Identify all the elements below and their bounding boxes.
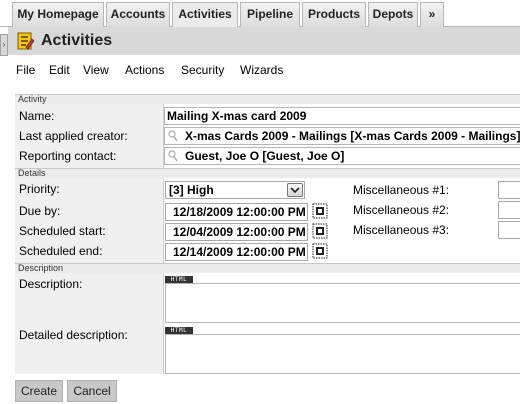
description-textarea[interactable] [165, 283, 520, 323]
tab-bar: My Homepage Accounts Activities Pipeline… [0, 0, 520, 28]
tab-accounts[interactable]: Accounts [106, 2, 170, 27]
cancel-button[interactable]: Cancel [67, 380, 117, 402]
scheduled-start-input[interactable]: 12/04/2009 12:00:00 PM [165, 223, 308, 241]
tab-pipeline[interactable]: Pipeline [240, 2, 300, 27]
page-title: Activities [41, 32, 113, 49]
name-value: Mailing X-mas card 2009 [167, 109, 307, 123]
misc1-label: Miscellaneous #1: [353, 183, 450, 197]
section-description: Description [15, 263, 520, 273]
chevron-down-icon[interactable] [287, 183, 303, 197]
misc3-label: Miscellaneous #3: [353, 223, 450, 237]
lookup-icon[interactable] [168, 130, 178, 142]
tab-more[interactable]: » [420, 2, 444, 27]
section-details: Details [15, 168, 520, 178]
detailed-description-label: Detailed description: [19, 328, 128, 342]
name-label: Name: [19, 109, 55, 123]
calendar-icon[interactable] [312, 203, 328, 219]
reporting-contact-value: Guest, Joe O [Guest, Joe O] [185, 149, 345, 163]
detailed-description-textarea[interactable] [165, 334, 520, 374]
tab-my-homepage[interactable]: My Homepage [12, 2, 104, 27]
due-by-input[interactable]: 12/18/2009 12:00:00 PM [165, 203, 308, 221]
calendar-icon[interactable] [312, 243, 328, 259]
tab-depots[interactable]: Depots [368, 2, 418, 27]
creator-value: X-mas Cards 2009 - Mailings [X-mas Cards… [185, 129, 520, 143]
activities-icon [17, 32, 35, 50]
menu-security[interactable]: Security [181, 62, 224, 78]
misc3-input[interactable] [498, 221, 520, 239]
html-badge: HTML [165, 276, 193, 283]
due-by-label: Due by: [19, 204, 61, 218]
description-label: Description: [19, 277, 83, 291]
priority-label: Priority: [19, 182, 60, 196]
create-button[interactable]: Create [15, 380, 63, 402]
scheduled-end-label: Scheduled end: [19, 244, 103, 258]
menu-edit[interactable]: Edit [49, 62, 70, 78]
sidebar-toggle-handle[interactable]: › [0, 34, 8, 56]
misc1-input[interactable] [498, 181, 520, 199]
menu-actions[interactable]: Actions [125, 62, 164, 78]
scheduled-start-label: Scheduled start: [19, 224, 106, 238]
menu-view[interactable]: View [83, 62, 109, 78]
calendar-icon[interactable] [312, 223, 328, 239]
menu-wizards[interactable]: Wizards [240, 62, 283, 78]
section-activity: Activity [15, 94, 520, 104]
menu-file[interactable]: File [16, 62, 35, 78]
tab-activities[interactable]: Activities [172, 2, 238, 28]
tab-products[interactable]: Products [302, 2, 366, 27]
scheduled-end-input[interactable]: 12/14/2009 12:00:00 PM [165, 243, 308, 261]
priority-value: [3] High [169, 183, 214, 197]
lookup-icon[interactable] [168, 150, 178, 162]
html-badge: HTML [165, 327, 193, 334]
reporting-contact-label: Reporting contact: [19, 149, 117, 163]
misc2-input[interactable] [498, 201, 520, 219]
misc2-label: Miscellaneous #2: [353, 203, 450, 217]
priority-select[interactable]: [3] High [165, 181, 305, 199]
creator-label: Last applied creator: [19, 129, 128, 143]
page-header: Activities [8, 27, 520, 55]
